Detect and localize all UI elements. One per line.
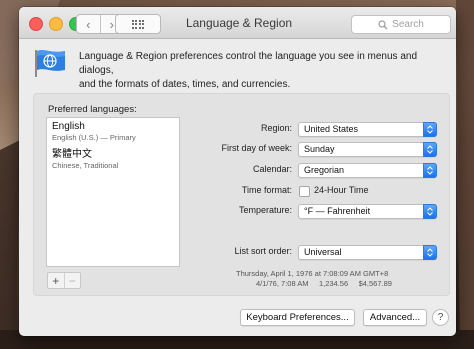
language-item-chinese[interactable]: 繁體中文 Chinese, Traditional bbox=[47, 146, 179, 171]
language-item-english[interactable]: English English (U.S.) — Primary bbox=[47, 118, 179, 143]
language-detail: English (U.S.) — Primary bbox=[52, 133, 136, 142]
add-language-button[interactable]: + bbox=[48, 273, 65, 288]
remove-language-button[interactable]: − bbox=[65, 273, 81, 288]
preferred-languages-list[interactable]: English English (U.S.) — Primary 繁體中文 Ch… bbox=[46, 117, 180, 267]
time-format-label: Time format: bbox=[241, 185, 292, 195]
popup-arrows-icon bbox=[423, 204, 437, 219]
preferred-languages-title: Preferred languages: bbox=[48, 104, 137, 115]
popup-arrows-icon bbox=[423, 245, 437, 260]
search-icon bbox=[378, 19, 388, 29]
intro-line-2: and the formats of dates, times, and cur… bbox=[79, 79, 291, 90]
popup-arrows-icon bbox=[423, 122, 437, 137]
minimize-button[interactable] bbox=[49, 17, 63, 31]
title-bar: ‹ › Language & Region Search bbox=[19, 7, 456, 39]
region-label: Region: bbox=[260, 123, 292, 133]
close-button[interactable] bbox=[29, 17, 43, 31]
language-region-icon bbox=[35, 50, 65, 77]
popup-arrows-icon bbox=[423, 142, 437, 157]
sort-order-popup[interactable]: Universal bbox=[298, 245, 437, 260]
region-value: United States bbox=[304, 124, 359, 134]
sort-order-value: Universal bbox=[304, 247, 342, 257]
intro-line-1: Language & Region preferences control th… bbox=[79, 51, 418, 76]
preferences-window: ‹ › Language & Region Search Language & bbox=[19, 7, 456, 336]
date-sample-line-2: 4/1/76, 7:08 AM 1,234.56 $4,567.89 bbox=[256, 279, 392, 288]
search-field[interactable]: Search bbox=[351, 15, 451, 34]
keyboard-preferences-button[interactable]: Keyboard Preferences... bbox=[240, 309, 355, 326]
temperature-popup[interactable]: °F — Fahrenheit bbox=[298, 204, 437, 219]
language-name: 繁體中文 bbox=[52, 149, 92, 160]
popup-arrows-icon bbox=[423, 163, 437, 178]
grid-icon bbox=[131, 19, 145, 29]
language-detail: Chinese, Traditional bbox=[52, 161, 119, 170]
search-placeholder: Search bbox=[392, 19, 424, 30]
sort-order-label: List sort order: bbox=[234, 246, 292, 256]
back-button[interactable]: ‹ bbox=[77, 15, 101, 33]
24-hour-time-checkbox[interactable] bbox=[299, 186, 310, 197]
24-hour-time-label[interactable]: 24-Hour Time bbox=[314, 185, 369, 195]
calendar-value: Gregorian bbox=[304, 165, 345, 175]
add-remove-buttons: + − bbox=[47, 272, 81, 289]
first-day-value: Sunday bbox=[304, 144, 335, 154]
show-all-button[interactable] bbox=[115, 14, 161, 34]
temperature-label: Temperature: bbox=[238, 205, 292, 215]
first-day-popup[interactable]: Sunday bbox=[298, 142, 437, 157]
date-sample-line-1: Thursday, April 1, 1976 at 7:08:09 AM GM… bbox=[236, 269, 389, 278]
window-title: Language & Region bbox=[185, 16, 293, 30]
chevron-left-icon: ‹ bbox=[86, 16, 91, 32]
help-button[interactable]: ? bbox=[432, 309, 449, 326]
temperature-value: °F — Fahrenheit bbox=[304, 206, 371, 216]
first-day-label: First day of week: bbox=[221, 143, 292, 153]
chevron-right-icon: › bbox=[109, 16, 114, 32]
settings-panel: Preferred languages: English English (U.… bbox=[33, 93, 450, 296]
calendar-popup[interactable]: Gregorian bbox=[298, 163, 437, 178]
advanced-button[interactable]: Advanced... bbox=[363, 309, 427, 326]
intro-text: Language & Region preferences control th… bbox=[79, 50, 449, 92]
language-name: English bbox=[52, 121, 85, 132]
calendar-label: Calendar: bbox=[252, 164, 292, 174]
region-popup[interactable]: United States bbox=[298, 122, 437, 137]
